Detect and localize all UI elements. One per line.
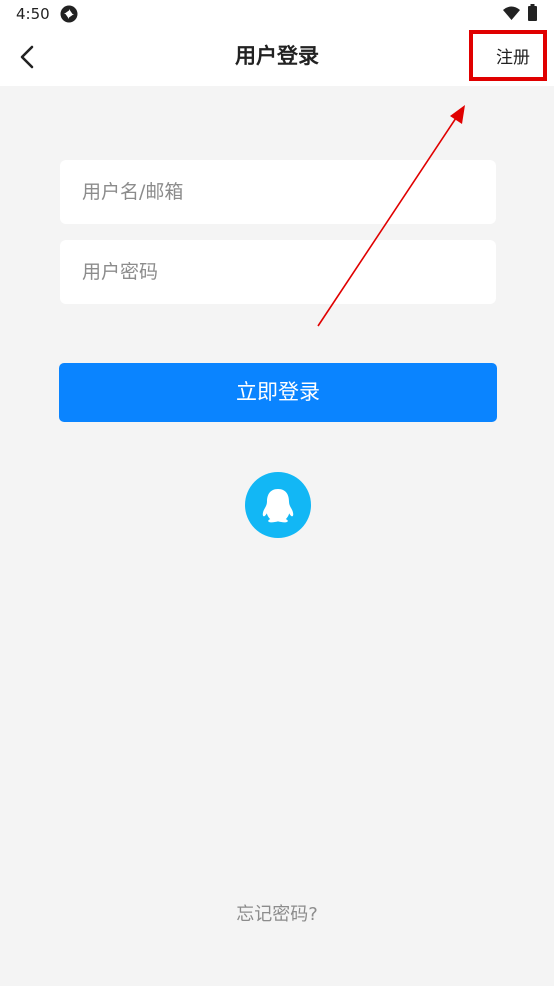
- sync-icon: [60, 5, 78, 23]
- wifi-icon: [503, 6, 520, 20]
- page-title: 用户登录: [235, 44, 319, 68]
- qq-login-button[interactable]: [245, 472, 311, 538]
- status-bar: 4:50: [0, 0, 554, 30]
- app-header: 用户登录 注册: [0, 30, 554, 86]
- login-button[interactable]: 立即登录: [59, 363, 497, 422]
- username-field[interactable]: [60, 160, 496, 224]
- status-time: 4:50: [16, 5, 50, 23]
- forgot-password-link[interactable]: 忘记密码?: [0, 903, 554, 927]
- register-button[interactable]: 注册: [496, 47, 530, 69]
- battery-icon: [528, 4, 537, 21]
- password-field[interactable]: [60, 240, 496, 304]
- qq-penguin-icon: [262, 489, 294, 523]
